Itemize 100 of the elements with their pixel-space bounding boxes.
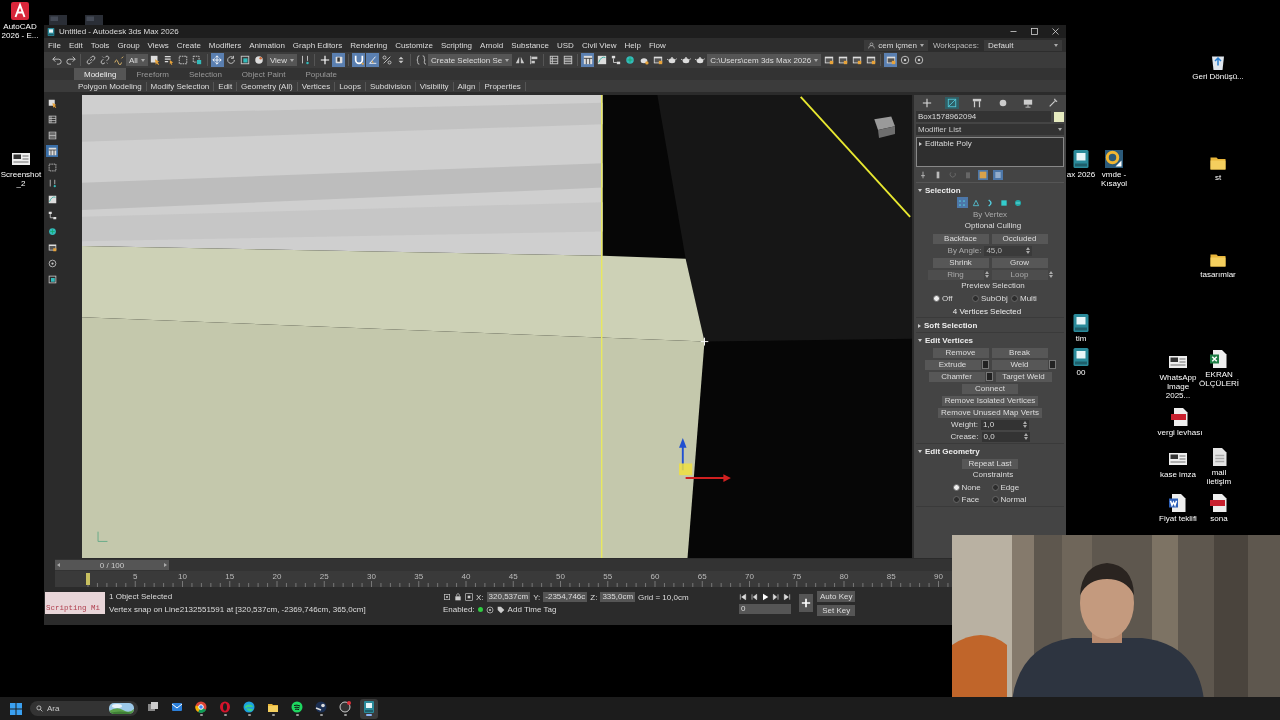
ribbon-panel-tab[interactable]: Properties bbox=[480, 81, 526, 91]
frame-tick-label: 70 bbox=[745, 572, 754, 581]
radio-label: SubObj bbox=[981, 294, 1008, 303]
command-button[interactable]: Target Weld bbox=[995, 371, 1052, 382]
command-button[interactable]: Backface bbox=[932, 233, 989, 244]
desktop-icon-label[interactable]: st bbox=[1214, 173, 1222, 183]
menu-item[interactable]: Rendering bbox=[346, 40, 392, 50]
search-input[interactable]: Ara bbox=[47, 704, 105, 713]
frame-tick-label: 10 bbox=[178, 572, 187, 581]
group-label: Constraints bbox=[971, 470, 1014, 479]
menu-item[interactable]: Arnold bbox=[476, 40, 508, 50]
modifier-list-dropdown[interactable]: Modifier List bbox=[916, 124, 1064, 135]
command-button[interactable]: Weld bbox=[991, 359, 1048, 370]
ribbon-tab[interactable]: Modeling bbox=[74, 68, 127, 80]
command-button[interactable]: Remove bbox=[932, 347, 989, 358]
time-slider-track[interactable]: 0 / 100 bbox=[55, 559, 955, 571]
menu-item[interactable]: Graph Editors bbox=[288, 40, 347, 50]
rollout-header[interactable]: Edit Geometry bbox=[916, 446, 1064, 457]
grid-size: Grid = 10,0cm bbox=[638, 592, 689, 602]
menu-item[interactable]: USD bbox=[553, 40, 578, 50]
menu-item[interactable]: Group bbox=[113, 40, 144, 50]
desktop-icon-label[interactable]: EKRAN ÖLÇÜLERİ bbox=[1197, 370, 1241, 389]
ribbon-panel-tab[interactable]: Visibility bbox=[415, 81, 454, 91]
ribbon-tab[interactable]: Selection bbox=[178, 68, 232, 80]
auto-key-button[interactable]: Auto Key bbox=[817, 590, 856, 602]
ribbon-tab[interactable]: Object Paint bbox=[231, 68, 296, 80]
spinner-field[interactable]: 1,0 bbox=[981, 419, 1029, 430]
command-button[interactable]: Repeat Last bbox=[962, 458, 1018, 469]
command-button[interactable]: Chamfer bbox=[928, 371, 985, 382]
desktop-icon-label[interactable]: sona bbox=[1210, 514, 1228, 524]
command-button[interactable]: Extrude bbox=[924, 359, 981, 370]
command-button[interactable]: Remove Isolated Vertices bbox=[941, 395, 1039, 406]
axis-label: X: bbox=[476, 592, 484, 602]
frame-tick-label: 80 bbox=[839, 572, 849, 581]
desktop-icon-label[interactable]: tim bbox=[1075, 334, 1087, 344]
desktop-icon-label[interactable]: Geri Dönüşü... bbox=[1192, 72, 1244, 82]
menu-item[interactable]: Help bbox=[620, 40, 645, 50]
desktop-icon-label[interactable]: AutoCAD 2026 - E... bbox=[0, 22, 40, 41]
object-name-field[interactable]: Box1578962094 bbox=[916, 111, 1051, 122]
command-button[interactable]: Shrink bbox=[932, 257, 989, 268]
workspaces-label: Workspaces: bbox=[932, 40, 979, 50]
ribbon-panel-tab[interactable]: Edit bbox=[214, 81, 238, 91]
frame-field[interactable]: 0 bbox=[739, 603, 791, 614]
workspace-dropdown[interactable]: Default bbox=[984, 39, 1062, 51]
rollout-header[interactable]: Edit Vertices bbox=[916, 335, 1064, 346]
time-slider[interactable]: 0 / 100 bbox=[55, 560, 169, 570]
user-menu[interactable]: cem içmen bbox=[864, 39, 928, 51]
ribbon-panel-tab[interactable]: Subdivision bbox=[365, 81, 416, 91]
toolbar-dropdown[interactable]: C:\Users\cem 3ds Max 2026 bbox=[707, 54, 822, 66]
desktop-icon-label[interactable]: WhatsApp Image 2025... bbox=[1159, 373, 1197, 401]
desktop-icon-label[interactable]: 00 bbox=[1076, 368, 1086, 378]
menu-item[interactable]: Edit bbox=[64, 40, 87, 50]
ribbon-panel-tab[interactable]: Align bbox=[453, 81, 481, 91]
search-field[interactable]: Ara bbox=[30, 701, 138, 716]
command-button[interactable]: Grow bbox=[991, 257, 1048, 268]
add-time-tag-link[interactable]: Add Time Tag bbox=[507, 605, 557, 614]
desktop-icon-label[interactable]: tasarımlar bbox=[1200, 270, 1236, 280]
menu-item[interactable]: Animation bbox=[245, 40, 289, 50]
ribbon-panel-tab[interactable]: Vertices bbox=[297, 81, 336, 91]
desktop-icon-label[interactable]: kase imza bbox=[1160, 470, 1196, 480]
set-key-mode-button[interactable]: Set Key bbox=[817, 604, 856, 616]
ribbon-panel-tab[interactable]: Modify Selection bbox=[146, 81, 215, 91]
desktop-icon-label[interactable]: Screenshot_2 bbox=[0, 170, 42, 189]
command-button[interactable]: Connect bbox=[962, 383, 1018, 394]
frame-tick-label: 35 bbox=[414, 572, 424, 581]
desktop-icon-label[interactable]: vmde - Kısayol bbox=[1097, 170, 1131, 189]
ribbon-tab[interactable]: Populate bbox=[295, 68, 347, 80]
ribbon-tab[interactable]: Freeform bbox=[126, 68, 179, 80]
toolbar-dropdown[interactable]: View bbox=[266, 54, 298, 66]
coordinate-field[interactable]: -2354,746c bbox=[543, 592, 588, 602]
menu-item[interactable]: Customize bbox=[391, 40, 437, 50]
menu-item[interactable]: Substance bbox=[507, 40, 553, 50]
toolbar-dropdown[interactable]: Create Selection Se bbox=[428, 54, 513, 66]
coordinate-field[interactable]: 335,0cm bbox=[600, 592, 636, 602]
command-button[interactable]: Break bbox=[991, 347, 1048, 358]
menu-item[interactable]: File bbox=[44, 40, 65, 50]
menu-item[interactable]: Tools bbox=[86, 40, 114, 50]
desktop-icon-label[interactable]: ax 2026 bbox=[1066, 170, 1096, 180]
ribbon-panel-tab[interactable]: Loops bbox=[335, 81, 366, 91]
coordinate-field[interactable]: 320,537cm bbox=[486, 592, 531, 602]
stack-item[interactable]: Editable Poly bbox=[925, 139, 972, 148]
menu-item[interactable]: Create bbox=[172, 40, 205, 50]
desktop-icon-label[interactable]: vergi levhası bbox=[1157, 428, 1203, 438]
ribbon-panel-tab[interactable]: Geometry (All) bbox=[237, 81, 298, 91]
menu-item[interactable]: Scripting bbox=[436, 40, 477, 50]
desktop-icon-label[interactable]: mail iletişim bbox=[1200, 468, 1238, 487]
rollout-header[interactable]: Selection bbox=[916, 185, 1064, 196]
menu-item[interactable]: Views bbox=[143, 40, 173, 50]
menu-item[interactable]: Modifiers bbox=[204, 40, 246, 50]
rollout-header[interactable]: Soft Selection bbox=[916, 320, 1064, 331]
desktop-icon-label[interactable]: Fiyat teklifi bbox=[1159, 514, 1197, 524]
menu-item[interactable]: Civil View bbox=[577, 40, 621, 50]
menu-item[interactable]: Flow bbox=[644, 40, 670, 50]
frame-tick-label: 5 bbox=[133, 572, 138, 581]
radio-label: Multi bbox=[1020, 294, 1037, 303]
toolbar-dropdown[interactable]: All bbox=[126, 54, 148, 66]
spinner-field[interactable]: 0,0 bbox=[981, 431, 1030, 442]
command-button[interactable]: Occluded bbox=[991, 233, 1048, 244]
ribbon-panel-tab[interactable]: Polygon Modeling bbox=[74, 81, 147, 91]
command-button[interactable]: Remove Unused Map Verts bbox=[938, 407, 1042, 418]
